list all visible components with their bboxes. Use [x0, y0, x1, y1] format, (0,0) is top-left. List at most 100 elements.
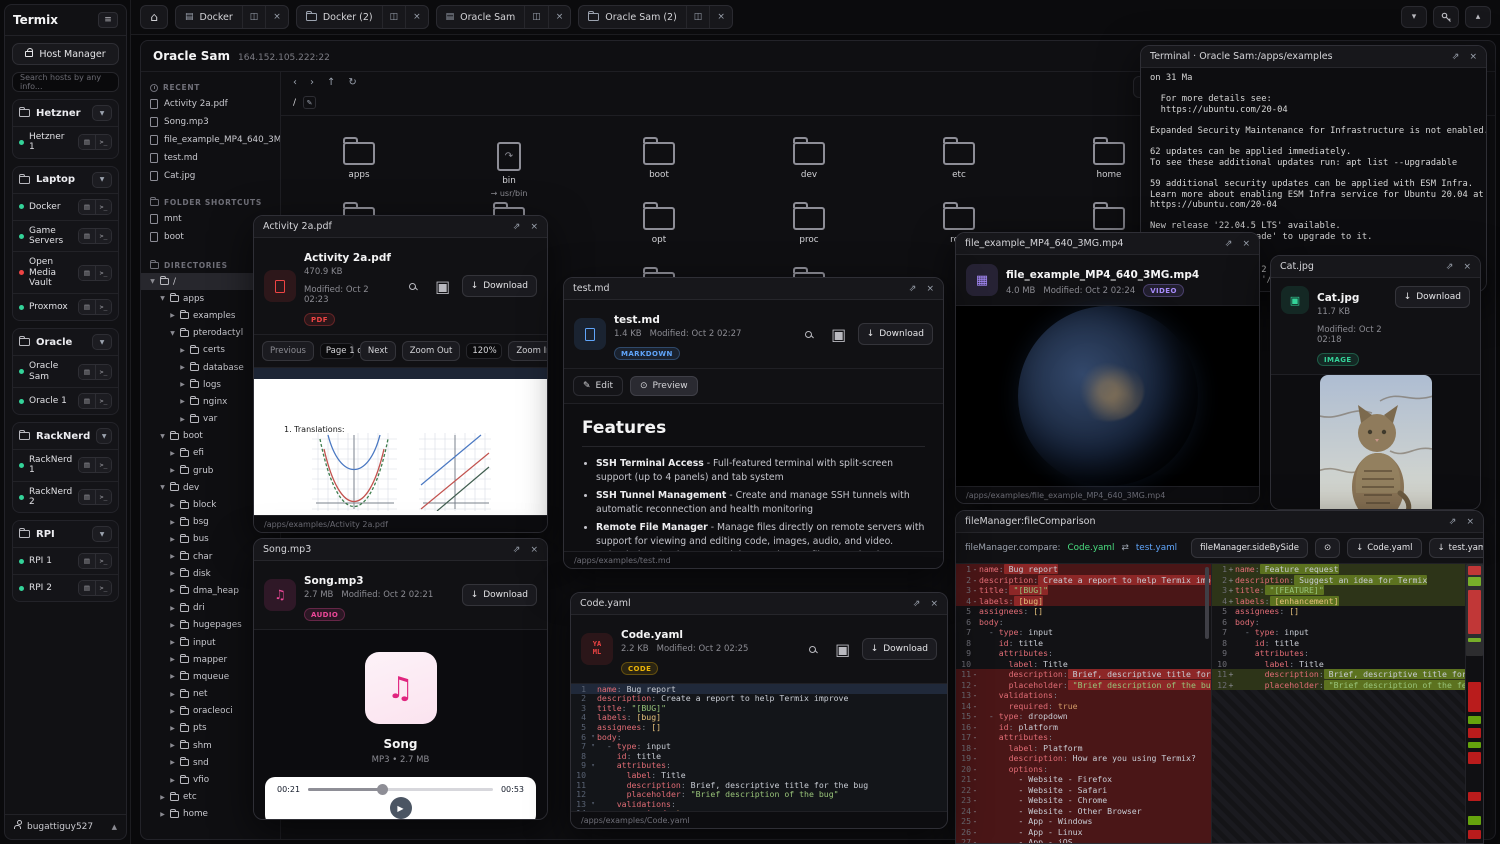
menu-icon[interactable]: ≡: [98, 12, 118, 28]
tree-chevron-right-icon[interactable]: ▶: [159, 794, 166, 801]
grid-bin[interactable]: ↷bin→ usr/bin: [434, 142, 584, 198]
tab-docker[interactable]: ▤Docker◫×: [175, 5, 289, 29]
tree-chevron-right-icon[interactable]: ▶: [169, 519, 176, 526]
tree-chevron-right-icon[interactable]: ▶: [179, 347, 186, 354]
tree-chevron-right-icon[interactable]: ▶: [169, 725, 176, 732]
tab-docker-2-[interactable]: Docker (2)◫×: [296, 5, 429, 29]
close-icon[interactable]: ×: [1463, 262, 1471, 272]
next-page-button[interactable]: Next: [360, 341, 396, 361]
download-button[interactable]: ↓Download: [462, 275, 537, 297]
expand-icon[interactable]: ⇗: [1446, 262, 1454, 272]
recent-file-item[interactable]: test.md: [141, 149, 280, 167]
tab-label[interactable]: Oracle Sam (2): [579, 6, 686, 28]
expand-icon[interactable]: ⇗: [1452, 52, 1460, 62]
diff-left-pane[interactable]: 1-name: Bug report2-description: Create …: [956, 564, 1212, 843]
download-left-button[interactable]: ↓Code.yaml: [1347, 538, 1421, 558]
chevron-down-icon[interactable]: ▼: [92, 526, 112, 542]
download-right-button[interactable]: ↓test.yaml: [1429, 538, 1484, 558]
group-header[interactable]: Laptop▼: [13, 167, 118, 193]
search-in-file-button[interactable]: [402, 275, 424, 297]
host-terminal-icon[interactable]: >_: [95, 200, 111, 214]
host-connect-icon[interactable]: ▤: [79, 490, 95, 504]
close-icon[interactable]: ×: [1466, 517, 1474, 527]
host-connect-icon[interactable]: ▤: [79, 458, 95, 472]
previous-page-button[interactable]: Previous: [262, 341, 314, 361]
preview-mode-button[interactable]: ▣: [832, 638, 854, 660]
edit-path-icon[interactable]: ✎: [303, 96, 316, 109]
host-connect-icon[interactable]: ▤: [79, 581, 95, 595]
host-search-input[interactable]: Search hosts by any info...: [12, 72, 119, 92]
expand-icon[interactable]: ⇗: [1225, 239, 1233, 249]
tab-oracle-sam[interactable]: ▤Oracle Sam◫×: [436, 5, 572, 29]
expand-icon[interactable]: ⇗: [1449, 517, 1457, 527]
preview-tab[interactable]: ⊙Preview: [630, 376, 698, 396]
download-button[interactable]: ↓Download: [862, 638, 937, 660]
expand-icon[interactable]: ⇗: [513, 222, 521, 232]
image-titlebar[interactable]: Cat.jpg ⇗×: [1271, 256, 1480, 278]
play-button[interactable]: ▶: [390, 797, 412, 819]
admin-key-button[interactable]: [1433, 6, 1459, 28]
close-icon[interactable]: ×: [530, 545, 538, 555]
close-tab-icon[interactable]: ×: [405, 6, 428, 28]
fold-icon[interactable]: ▾: [589, 734, 597, 740]
split-tab-icon[interactable]: ◫: [382, 6, 406, 28]
close-tab-icon[interactable]: ×: [548, 6, 571, 28]
expand-icon[interactable]: ⇗: [913, 599, 921, 609]
diff-minimap[interactable]: [1466, 564, 1483, 843]
tree-chevron-down-icon[interactable]: ▼: [169, 330, 176, 337]
host-item-game-servers[interactable]: Game Servers▤>_: [13, 220, 118, 252]
edit-tab[interactable]: ✎Edit: [573, 376, 623, 396]
tree-chevron-right-icon[interactable]: ▶: [179, 381, 186, 388]
host-item-racknerd-2[interactable]: RackNerd 2▤>_: [13, 481, 118, 513]
pdf-page[interactable]: 1. Translations:: [254, 379, 547, 515]
chevron-down-icon[interactable]: ▼: [92, 334, 112, 350]
fold-icon[interactable]: ▾: [589, 743, 597, 749]
grid-proc[interactable]: proc: [734, 207, 884, 245]
grid-opt[interactable]: opt: [584, 207, 734, 245]
tree-chevron-right-icon[interactable]: ▶: [169, 536, 176, 543]
group-header[interactable]: Hetzner▼: [13, 100, 118, 126]
tree-chevron-down-icon[interactable]: ▼: [159, 484, 166, 491]
expand-icon[interactable]: ⇗: [909, 284, 917, 294]
tree-chevron-down-icon[interactable]: ▼: [159, 433, 166, 440]
host-terminal-icon[interactable]: >_: [95, 266, 111, 280]
nav-up-icon[interactable]: ↑: [327, 77, 335, 88]
minimap-viewport[interactable]: [1466, 564, 1483, 656]
host-terminal-icon[interactable]: >_: [95, 458, 111, 472]
nav-forward-icon[interactable]: ›: [310, 77, 314, 88]
audio-titlebar[interactable]: Song.mp3 ⇗×: [254, 539, 547, 561]
host-item-hetzner-1[interactable]: Hetzner 1▤>_: [13, 126, 118, 158]
code-titlebar[interactable]: Code.yaml ⇗×: [571, 593, 947, 615]
host-connect-icon[interactable]: ▤: [79, 266, 95, 280]
zoom-in-button[interactable]: Zoom In: [508, 341, 547, 361]
seek-slider[interactable]: [308, 788, 493, 791]
close-icon[interactable]: ×: [1469, 52, 1477, 62]
side-by-side-button[interactable]: fileManager.sideBySide: [1191, 538, 1308, 558]
tree-chevron-right-icon[interactable]: ▶: [169, 502, 176, 509]
diff-titlebar[interactable]: fileManager:fileComparison ⇗×: [956, 511, 1483, 533]
close-icon[interactable]: ×: [930, 599, 938, 609]
preview-mode-button[interactable]: ▣: [828, 323, 850, 345]
breadcrumb-path[interactable]: /: [293, 98, 296, 108]
tree-chevron-right-icon[interactable]: ▶: [169, 570, 176, 577]
scrollbar-thumb[interactable]: [1205, 567, 1209, 639]
tab-label[interactable]: ▤Docker: [176, 6, 242, 28]
tree-chevron-right-icon[interactable]: ▶: [169, 691, 176, 698]
markdown-preview[interactable]: Features SSH Terminal Access - Full-feat…: [564, 404, 943, 551]
expand-icon[interactable]: ⇗: [513, 545, 521, 555]
host-terminal-icon[interactable]: >_: [95, 365, 111, 379]
fold-icon[interactable]: ▾: [589, 763, 597, 769]
host-connect-icon[interactable]: ▤: [79, 229, 95, 243]
grid-boot[interactable]: boot: [584, 142, 734, 180]
tree-chevron-right-icon[interactable]: ▶: [179, 398, 186, 405]
host-item-oracle-sam[interactable]: Oracle Sam▤>_: [13, 355, 118, 387]
host-terminal-icon[interactable]: >_: [95, 394, 111, 408]
host-connect-icon[interactable]: ▤: [79, 200, 95, 214]
zoom-out-button[interactable]: Zoom Out: [402, 341, 461, 361]
grid-etc[interactable]: etc: [884, 142, 1034, 180]
recent-file-item[interactable]: Song.mp3: [141, 113, 280, 131]
tree-chevron-right-icon[interactable]: ▶: [169, 467, 176, 474]
tree-chevron-right-icon[interactable]: ▶: [169, 605, 176, 612]
close-icon[interactable]: ×: [926, 284, 934, 294]
host-manager-button[interactable]: Host Manager: [12, 43, 119, 65]
